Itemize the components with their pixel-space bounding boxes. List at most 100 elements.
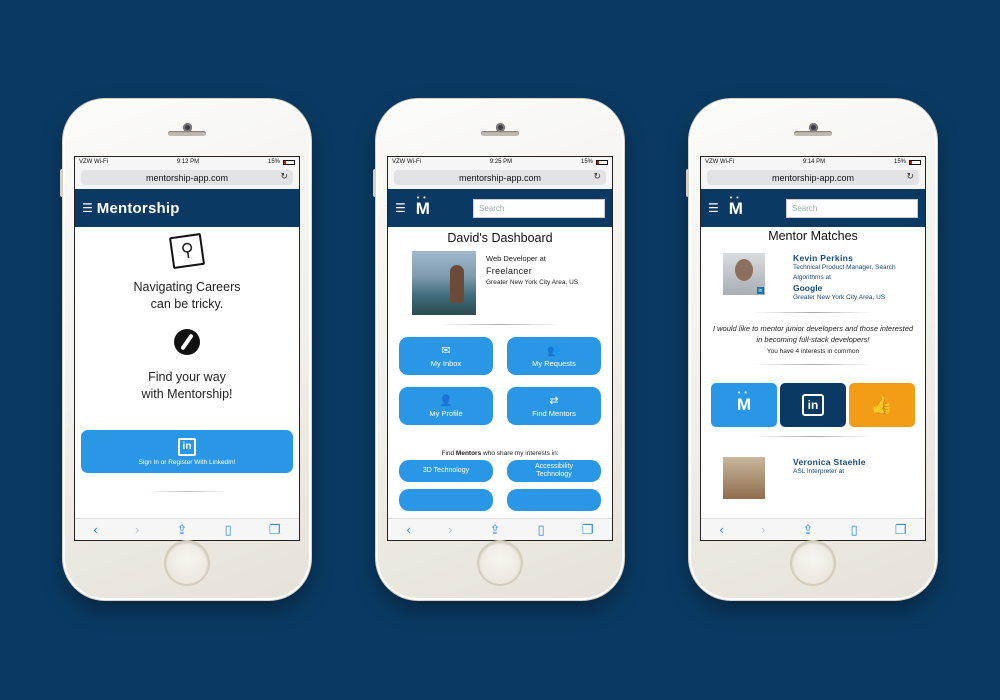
share-icon[interactable]: ⇪ — [802, 522, 813, 538]
clock: 9:14 PM — [802, 159, 826, 165]
profile-text: Web Developer at Freelancer Greater New … — [486, 253, 578, 315]
url-text: mentorship-app.com — [458, 172, 542, 183]
url-field[interactable]: mentorship-app.com ↻ — [707, 170, 919, 185]
status-bar: VZW Wi-Fi 9:12 PM 15% — [75, 157, 299, 167]
url-text: mentorship-app.com — [145, 172, 229, 183]
mentor-card[interactable]: Veronica Staehle ASL Interpreter at — [701, 437, 925, 499]
linkedin-signin-button[interactable]: in Sign In or Register With LinkedIn! — [81, 430, 293, 473]
m-logo-icon: •• M — [736, 390, 752, 414]
status-bar: VZW Wi-Fi 9:25 PM 15% — [388, 157, 612, 167]
forward-icon[interactable]: › — [761, 522, 765, 537]
interest-pill[interactable]: 3D Technology — [399, 460, 493, 482]
address-bar: mentorship-app.com ↻ — [388, 167, 612, 189]
page-title: David's Dashboard — [447, 231, 553, 245]
request-mentor-button[interactable]: 👍 — [849, 383, 915, 427]
reload-icon[interactable]: ↻ — [280, 171, 288, 182]
phone-screen: VZW Wi-Fi 9:12 PM 15% mentorship-app.com… — [74, 156, 300, 541]
bookmarks-icon[interactable]: ▯ — [537, 522, 544, 538]
interest-pill[interactable] — [399, 489, 493, 511]
interests-heading-pre: Find — [441, 450, 456, 457]
battery-icon — [596, 159, 608, 165]
phone-screen: VZW Wi-Fi 9:25 PM 15% mentorship-app.com… — [387, 156, 613, 541]
profile-location: Greater New York City Area, US — [486, 279, 579, 286]
m-logo-icon[interactable]: •• M — [729, 195, 743, 217]
mentor-company: Google — [793, 283, 823, 293]
forward-icon[interactable]: › — [135, 522, 139, 537]
share-icon[interactable]: ⇪ — [176, 522, 187, 538]
user-icon: 👤 — [439, 395, 453, 407]
back-icon[interactable]: ‹ — [407, 522, 411, 537]
phone-login: VZW Wi-Fi 9:12 PM 15% mentorship-app.com… — [60, 99, 311, 600]
avatar — [723, 457, 765, 499]
tile-label: My Profile — [429, 409, 463, 418]
tabs-icon[interactable]: ❐ — [895, 522, 907, 538]
url-field[interactable]: mentorship-app.com ↻ — [81, 170, 293, 185]
menu-icon[interactable]: ☰ — [82, 201, 93, 215]
headline-find-way: Find your way with Mentorship! — [141, 370, 233, 401]
carrier-label: VZW Wi-Fi — [705, 159, 734, 165]
mentor-quote: I would like to mentor junior developers… — [712, 324, 914, 344]
interest-pill[interactable]: Accessibility Technology — [507, 460, 601, 482]
earpiece-speaker — [168, 131, 206, 136]
status-bar: VZW Wi-Fi 9:14 PM 15% — [701, 157, 925, 167]
menu-icon[interactable]: ☰ — [395, 201, 406, 215]
tabs-icon[interactable]: ❐ — [582, 522, 594, 538]
reload-icon[interactable]: ↻ — [593, 171, 601, 182]
menu-icon[interactable]: ☰ — [708, 201, 719, 215]
interest-pill[interactable] — [507, 489, 601, 511]
find-mentors-button[interactable]: ⇄ Find Mentors — [507, 387, 601, 425]
users-icon: 👥 — [547, 345, 561, 357]
bookmarks-icon[interactable]: ▯ — [224, 522, 231, 538]
tile-label: Find Mentors — [532, 409, 576, 418]
profile-role: Web Developer at — [486, 254, 546, 263]
app-header: ☰ •• M Search — [388, 189, 612, 227]
carrier-label: VZW Wi-Fi — [392, 159, 421, 165]
shuffle-icon: ⇄ — [549, 395, 559, 407]
status-right: 15% — [894, 159, 921, 165]
browser-toolbar: ‹ › ⇪ ▯ ❐ — [75, 518, 299, 540]
home-button[interactable] — [479, 542, 521, 584]
linkedin-badge-icon: in — [757, 287, 764, 294]
url-field[interactable]: mentorship-app.com ↻ — [394, 170, 606, 185]
home-button[interactable] — [792, 542, 834, 584]
page-title: Mentor Matches — [768, 229, 858, 243]
back-icon[interactable]: ‹ — [94, 522, 98, 537]
forward-icon[interactable]: › — [448, 522, 452, 537]
search-input[interactable]: Search — [473, 198, 605, 218]
my-profile-button[interactable]: 👤 My Profile — [399, 387, 493, 425]
avatar: in — [723, 253, 765, 295]
my-inbox-button[interactable]: ✉ My Inbox — [399, 337, 493, 375]
view-linkedin-button[interactable]: in — [780, 383, 846, 427]
envelope-icon: ✉ — [441, 345, 451, 357]
browser-toolbar: ‹ › ⇪ ▯ ❐ — [701, 518, 925, 540]
phone-dashboard: VZW Wi-Fi 9:25 PM 15% mentorship-app.com… — [373, 99, 624, 600]
login-content: Navigating Careers can be tricky. Find y… — [75, 227, 299, 518]
reload-icon[interactable]: ↻ — [906, 171, 914, 182]
status-right: 15% — [268, 159, 295, 165]
battery-percent: 15% — [893, 159, 906, 165]
linkedin-icon: in — [178, 437, 196, 456]
brand-logo[interactable]: Mentorship — [97, 200, 180, 217]
earpiece-speaker — [794, 131, 832, 136]
linkedin-button-label: Sign In or Register With LinkedIn! — [138, 458, 236, 466]
matches-content: Mentor Matches in Kevin Perkins Technica… — [701, 227, 925, 518]
search-input[interactable]: Search — [786, 198, 918, 218]
mentor-info: Kevin Perkins Technical Product Manager,… — [793, 253, 905, 303]
share-icon[interactable]: ⇪ — [489, 522, 500, 538]
carrier-label: VZW Wi-Fi — [79, 159, 108, 165]
my-requests-button[interactable]: 👥 My Requests — [507, 337, 601, 375]
mentor-name[interactable]: Kevin Perkins — [793, 253, 905, 263]
view-mentorship-profile-button[interactable]: •• M — [711, 383, 777, 427]
linkedin-icon: in — [802, 394, 824, 416]
battery-icon — [283, 159, 295, 165]
mentor-card[interactable]: in Kevin Perkins Technical Product Manag… — [701, 243, 925, 303]
back-icon[interactable]: ‹ — [720, 522, 724, 537]
home-button[interactable] — [166, 542, 208, 584]
clock: 9:25 PM — [489, 159, 513, 165]
mentor-name[interactable]: Veronica Staehle — [793, 457, 866, 467]
profile-photo[interactable] — [412, 251, 476, 315]
tabs-icon[interactable]: ❐ — [269, 522, 281, 538]
earpiece-speaker — [481, 131, 519, 136]
m-logo-icon[interactable]: •• M — [416, 195, 430, 217]
bookmarks-icon[interactable]: ▯ — [850, 522, 857, 538]
